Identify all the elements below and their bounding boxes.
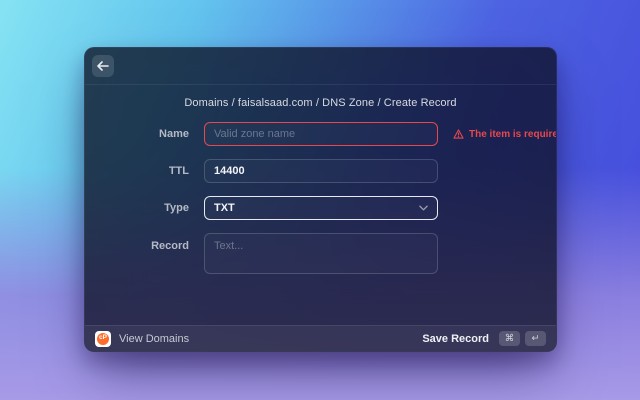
chevron-down-icon — [419, 205, 428, 211]
desktop-background: Domains / faisalsaad.com / DNS Zone / Cr… — [0, 0, 640, 400]
ttl-label: TTL — [168, 165, 189, 177]
name-error-text: The item is required — [469, 128, 557, 140]
record-textarea[interactable] — [204, 233, 438, 274]
field-row-ttl: TTL — [85, 159, 556, 183]
create-record-modal: Domains / faisalsaad.com / DNS Zone / Cr… — [84, 47, 557, 352]
field-row-record: Record — [85, 233, 556, 274]
field-row-name: Name The item is required — [85, 122, 556, 146]
arrow-left-icon — [97, 61, 109, 71]
back-button[interactable] — [92, 55, 114, 77]
breadcrumb: Domains / faisalsaad.com / DNS Zone / Cr… — [184, 97, 457, 109]
save-record-button[interactable]: Save Record ⌘ ↵ — [422, 331, 546, 346]
name-input[interactable] — [204, 122, 438, 146]
cpanel-logo-icon: cP — [95, 330, 111, 347]
save-record-label: Save Record — [422, 332, 489, 345]
enter-key-icon: ↵ — [525, 331, 546, 346]
ttl-input[interactable] — [204, 159, 438, 183]
type-select[interactable]: TXT — [204, 196, 438, 220]
view-domains-button[interactable]: cP View Domains — [95, 330, 190, 347]
modal-footer: cP View Domains Save Record ⌘ ↵ — [85, 325, 556, 351]
name-error-message: The item is required — [453, 128, 557, 140]
field-row-type: Type TXT — [85, 196, 556, 220]
view-domains-label: View Domains — [119, 332, 190, 345]
type-select-value: TXT — [214, 202, 235, 214]
alert-triangle-icon — [453, 129, 464, 139]
create-record-form: Name The item is required TTL — [85, 122, 556, 274]
record-label: Record — [151, 240, 189, 252]
modal-header — [85, 48, 556, 85]
command-key-icon: ⌘ — [499, 331, 520, 346]
cpanel-monogram: cP — [97, 332, 109, 345]
name-label: Name — [159, 128, 189, 140]
type-label: Type — [164, 202, 189, 214]
